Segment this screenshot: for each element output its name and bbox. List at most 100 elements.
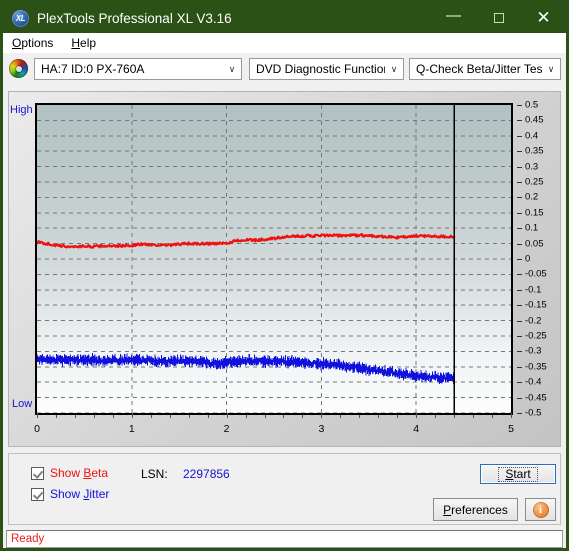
x-tick-mark	[416, 413, 418, 418]
y-tick-mark	[517, 182, 522, 183]
checkbox-icon	[31, 466, 44, 480]
y-tick-mark	[517, 228, 522, 230]
y-tick-mark	[517, 289, 522, 291]
test-select-value: Q-Check Beta/Jitter Test	[416, 62, 542, 76]
y-tick-label: 0.4	[525, 130, 539, 142]
x-tick-mark	[492, 415, 494, 418]
y-tick-label: 0.5	[525, 99, 539, 111]
x-tick-mark	[226, 413, 228, 418]
x-tick-mark	[188, 415, 190, 418]
prefs-key: P	[443, 502, 452, 517]
minimize-button[interactable]: —	[431, 0, 476, 36]
x-tick-mark	[74, 415, 76, 418]
y-tick-mark	[517, 274, 522, 276]
y-tick-label: 0.1	[525, 222, 539, 234]
minimize-icon: —	[446, 6, 461, 24]
y-tick-label: -0.45	[525, 392, 547, 404]
y-tick-mark	[517, 135, 522, 137]
y-tick-mark	[517, 259, 522, 260]
x-tick-mark	[454, 415, 456, 418]
x-tick-mark	[397, 415, 399, 418]
x-tick-mark	[435, 415, 437, 418]
menu-bar: Options Help	[3, 33, 566, 53]
y-tick-label: 0.2	[525, 191, 539, 203]
menu-options[interactable]: Options	[3, 33, 62, 53]
x-tick-label: 0	[34, 423, 40, 435]
chevron-down-icon: ∨	[228, 63, 236, 74]
y-tick-mark	[517, 197, 522, 199]
y-tick-mark	[517, 336, 522, 337]
x-tick-label: 1	[128, 423, 135, 435]
x-tick-mark	[473, 415, 475, 418]
plot-area[interactable]	[35, 103, 513, 415]
test-select[interactable]: Q-Check Beta/Jitter Test ∨	[409, 58, 561, 80]
y-tick-label: -0.25	[525, 330, 547, 342]
y-tick-label: 0.15	[525, 207, 544, 219]
x-tick-mark	[321, 413, 323, 418]
y-tick-mark	[517, 382, 522, 384]
x-tick-label: 5	[508, 423, 514, 435]
show-beta-prefix: Show	[50, 466, 84, 480]
status-bar: Ready	[6, 530, 563, 548]
info-button[interactable]: i	[525, 498, 556, 521]
preferences-button-label: Preferences	[443, 503, 508, 517]
lsn-value: 2297856	[183, 467, 230, 481]
start-button[interactable]: Start	[480, 464, 556, 484]
menu-options-key: O	[12, 36, 22, 50]
menu-help[interactable]: Help	[62, 33, 105, 53]
start-button-label: Start	[498, 466, 538, 482]
chevron-down-icon: ∨	[390, 63, 398, 74]
y-tick-mark	[517, 397, 522, 399]
show-jitter-prefix: Show	[50, 487, 84, 501]
x-tick-mark	[93, 415, 95, 418]
x-tick-mark	[264, 415, 266, 418]
xl-logo-icon: XL	[12, 9, 29, 27]
y-tick-mark	[517, 305, 522, 307]
show-beta-label: Show Beta	[50, 466, 108, 480]
y-tick-label: -0.05	[525, 268, 547, 280]
x-tick-mark	[378, 415, 380, 418]
y-tick-label: -0.2	[525, 315, 542, 327]
checkbox-icon	[31, 487, 44, 501]
window-title: PlexTools Professional XL V3.16	[37, 10, 232, 26]
prefs-suffix: references	[451, 502, 508, 517]
x-tick-mark	[302, 415, 304, 418]
lsn-label: LSN:	[141, 467, 168, 481]
show-jitter-checkbox[interactable]: Show Jitter	[31, 487, 109, 501]
y-tick-label: -0.5	[525, 407, 542, 419]
y-tick-label: -0.15	[525, 299, 547, 311]
y-tick-mark	[517, 351, 522, 353]
drive-select[interactable]: HA:7 ID:0 PX-760A ∨	[34, 58, 242, 80]
menu-options-label: ptions	[21, 36, 54, 50]
x-tick-label: 2	[223, 423, 230, 435]
y-tick-label: -0.35	[525, 361, 547, 373]
show-beta-checkbox[interactable]: Show Beta	[31, 466, 108, 480]
y-tick-mark	[517, 166, 522, 168]
function-select[interactable]: DVD Diagnostic Functions ∨	[249, 58, 404, 80]
x-tick-label: 3	[318, 423, 325, 435]
y-tick-mark	[517, 413, 522, 414]
preferences-button[interactable]: Preferences	[433, 498, 518, 521]
y-tick-mark	[517, 151, 522, 153]
y-tick-mark	[517, 320, 522, 322]
axis-label-low: Low	[12, 398, 33, 410]
plot-svg	[37, 105, 511, 413]
menu-help-label: elp	[80, 36, 97, 50]
info-icon: i	[532, 501, 549, 518]
menu-help-key: H	[71, 36, 81, 50]
close-button[interactable]: ✕	[521, 3, 566, 33]
title-bar: XL PlexTools Professional XL V3.16 — ✕	[3, 3, 566, 33]
y-tick-mark	[517, 120, 522, 122]
x-tick-mark	[150, 415, 152, 418]
function-select-value: DVD Diagnostic Functions	[256, 62, 385, 76]
maximize-button[interactable]	[476, 3, 521, 33]
chart-panel: High Low 0.5 0.45 0.4 0.35 0.3 0.25 0.2 0.15 0.1…	[8, 91, 561, 447]
axis-label-high: High	[10, 104, 33, 116]
maximize-icon	[493, 13, 504, 23]
x-tick-mark	[112, 415, 114, 418]
close-icon: ✕	[536, 8, 551, 27]
y-tick-mark	[517, 243, 522, 245]
drive-select-value: HA:7 ID:0 PX-760A	[41, 62, 145, 76]
y-tick-label: -0.1	[525, 284, 542, 296]
x-tick-mark	[169, 415, 171, 418]
